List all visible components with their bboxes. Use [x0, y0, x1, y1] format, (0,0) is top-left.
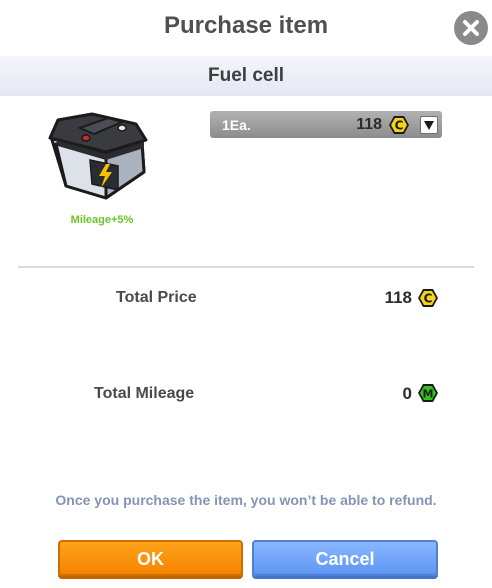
item-bonus: Mileage+5%: [70, 214, 134, 226]
coin-letter: C: [395, 119, 404, 133]
total-price-label: Total Price: [116, 289, 197, 306]
mileage-letter: M: [423, 388, 434, 401]
item-name: Fuel cell: [207, 65, 285, 86]
total-mileage-label: Total Mileage: [94, 385, 195, 402]
cancel-button[interactable]: Cancel: [252, 540, 438, 576]
mileage-icon: M: [418, 384, 438, 402]
chevron-down-icon: [424, 121, 434, 130]
quantity-label: 1Ea.: [222, 117, 251, 133]
divider: [18, 266, 474, 268]
battery-icon: [48, 112, 148, 200]
close-button[interactable]: [454, 11, 488, 45]
refund-notice: Once you purchase the item, you won’t be…: [55, 492, 437, 508]
unit-price: 118: [356, 116, 382, 133]
purchase-dialog: Purchase item Fuel cell Mileage+5% 1Ea. …: [0, 0, 492, 588]
coin-letter: C: [424, 292, 433, 306]
total-mileage-value: 0: [402, 384, 412, 403]
coin-icon: C: [389, 116, 409, 134]
close-icon: [463, 20, 479, 36]
coin-icon: C: [418, 289, 438, 307]
title-bar: Purchase item: [0, 0, 492, 56]
ok-button[interactable]: OK: [58, 540, 243, 576]
quantity-dropdown-button[interactable]: [420, 116, 438, 134]
total-price-value: 118: [384, 288, 412, 307]
item-name-bar: Fuel cell: [0, 56, 492, 96]
dialog-title: Purchase item: [163, 12, 329, 39]
